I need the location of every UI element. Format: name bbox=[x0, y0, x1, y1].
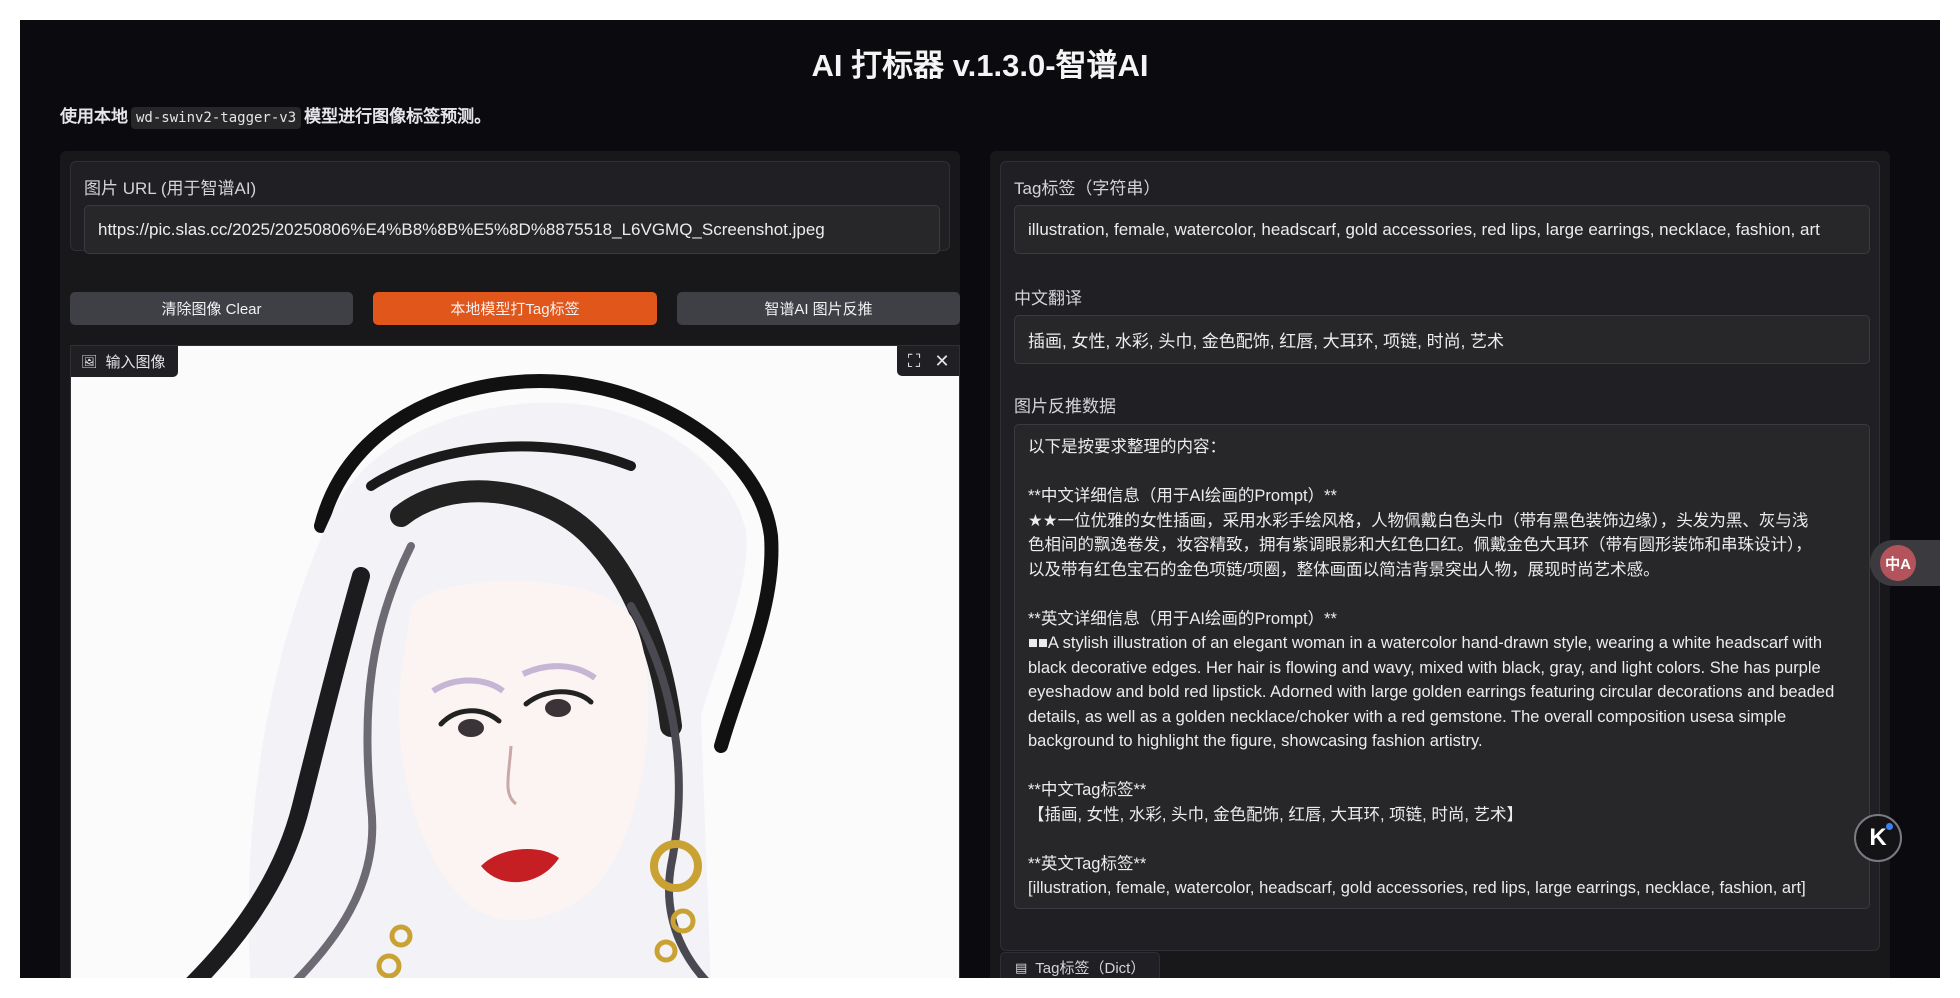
desc-suffix: 模型进行图像标签预测。 bbox=[304, 107, 492, 126]
reverse-data-textarea[interactable]: 以下是按要求整理的内容： **中文详细信息（用于AI绘画的Prompt）** ★… bbox=[1014, 424, 1870, 909]
reverse-line: details, as well as a golden necklace/ch… bbox=[1028, 707, 1787, 726]
input-image-label-text: 输入图像 bbox=[105, 354, 166, 371]
input-image-label: 🖼 输入图像 bbox=[71, 346, 178, 377]
image-icon: 🖼 bbox=[81, 353, 98, 369]
app-window: AI 打标器 v.1.3.0-智谱AI 使用本地 wd-swinv2-tagger… bbox=[20, 20, 1940, 978]
floating-k-button[interactable]: K bbox=[1854, 814, 1902, 862]
reverse-line: **英文详细信息（用于AI绘画的Prompt）** bbox=[1028, 609, 1337, 628]
reverse-line bbox=[1028, 582, 1856, 607]
url-panel: 图片 URL (用于智谱AI) https://pic.slas.cc/2025… bbox=[70, 161, 950, 254]
reverse-line: ★★一位优雅的女性插画，采用水彩手绘风格，人物佩戴白色头巾（带有黑色装饰边缘），… bbox=[1028, 511, 1809, 530]
portrait-illustration bbox=[71, 346, 959, 978]
reverse-line bbox=[1028, 827, 1856, 852]
desc-prefix: 使用本地 bbox=[60, 107, 128, 126]
tag-string-field[interactable]: illustration, female, watercolor, headsc… bbox=[1014, 205, 1870, 254]
k-icon: K bbox=[1869, 824, 1887, 851]
chart-icon: ▤ bbox=[1015, 959, 1028, 975]
results-panel: Tag标签（字符串） illustration, female, waterco… bbox=[1000, 161, 1880, 951]
translate-icon: 中A bbox=[1880, 545, 1916, 581]
url-input[interactable]: https://pic.slas.cc/2025/20250806%E4%B8%… bbox=[84, 205, 940, 254]
page-title: AI 打标器 v.1.3.0-智谱AI bbox=[811, 48, 1149, 83]
tag-dict-label: Tag标签（Dict） bbox=[1035, 960, 1146, 977]
fullscreen-icon[interactable]: ⛶ bbox=[903, 351, 925, 372]
reverse-line: 以及带有红色宝石的金色项链/项圈，整体画面以简洁背景突出人物，展现时尚艺术感。 bbox=[1028, 560, 1660, 579]
clear-image-button[interactable]: 清除图像 Clear bbox=[70, 292, 353, 325]
reverse-line: ■■A stylish illustration of an elegant w… bbox=[1028, 634, 1822, 652]
reverse-line: black decorative edges. Her hair is flow… bbox=[1028, 658, 1821, 677]
page-description: 使用本地 wd-swinv2-tagger-v3 模型进行图像标签预测。 bbox=[60, 102, 492, 129]
reverse-line: [illustration, female, watercolor, heads… bbox=[1028, 879, 1806, 897]
reverse-line bbox=[1028, 754, 1856, 779]
local-tag-button[interactable]: 本地模型打Tag标签 bbox=[373, 292, 657, 325]
close-icon[interactable]: ✕ bbox=[931, 351, 953, 372]
reverse-line: 以下是按要求整理的内容： bbox=[1028, 438, 1226, 456]
tag-dict-tab[interactable]: ▤ Tag标签（Dict） bbox=[1000, 952, 1161, 978]
reverse-line: **英文Tag标签** bbox=[1028, 854, 1147, 873]
reverse-line: background to highlight the figure, show… bbox=[1028, 732, 1483, 750]
tag-string-label: Tag标签（字符串） bbox=[1014, 179, 1161, 198]
floating-translate-button[interactable]: 中A bbox=[1870, 540, 1940, 586]
reverse-line: **中文详细信息（用于AI绘画的Prompt）** bbox=[1028, 487, 1337, 505]
model-name-code: wd-swinv2-tagger-v3 bbox=[131, 107, 302, 129]
cn-translation-field[interactable]: 插画, 女性, 水彩, 头巾, 金色配饰, 红唇, 大耳环, 项链, 时尚, 艺… bbox=[1014, 315, 1870, 364]
zhipu-reverse-button[interactable]: 智谱AI 图片反推 bbox=[677, 292, 960, 325]
notification-dot bbox=[1886, 823, 1893, 830]
reverse-line: 【插画, 女性, 水彩, 头巾, 金色配饰, 红唇, 大耳环, 项链, 时尚, … bbox=[1028, 805, 1524, 824]
image-tools: ⛶ ✕ bbox=[897, 346, 959, 376]
url-label: 图片 URL (用于智谱AI) bbox=[84, 179, 257, 198]
input-image-panel[interactable]: 🖼 输入图像 ⛶ ✕ bbox=[70, 345, 960, 978]
cn-translation-label: 中文翻译 bbox=[1014, 289, 1082, 308]
reverse-line: eyeshadow and bold red lipstick. Adorned… bbox=[1028, 683, 1835, 701]
reverse-line: 色相间的飘逸卷发，妆容精致，拥有紫调眼影和大红色口红。佩戴金色大耳环（带有圆形装… bbox=[1028, 536, 1812, 554]
reverse-data-label: 图片反推数据 bbox=[1014, 397, 1116, 416]
reverse-line: **中文Tag标签** bbox=[1028, 781, 1147, 799]
reverse-line bbox=[1028, 460, 1856, 485]
